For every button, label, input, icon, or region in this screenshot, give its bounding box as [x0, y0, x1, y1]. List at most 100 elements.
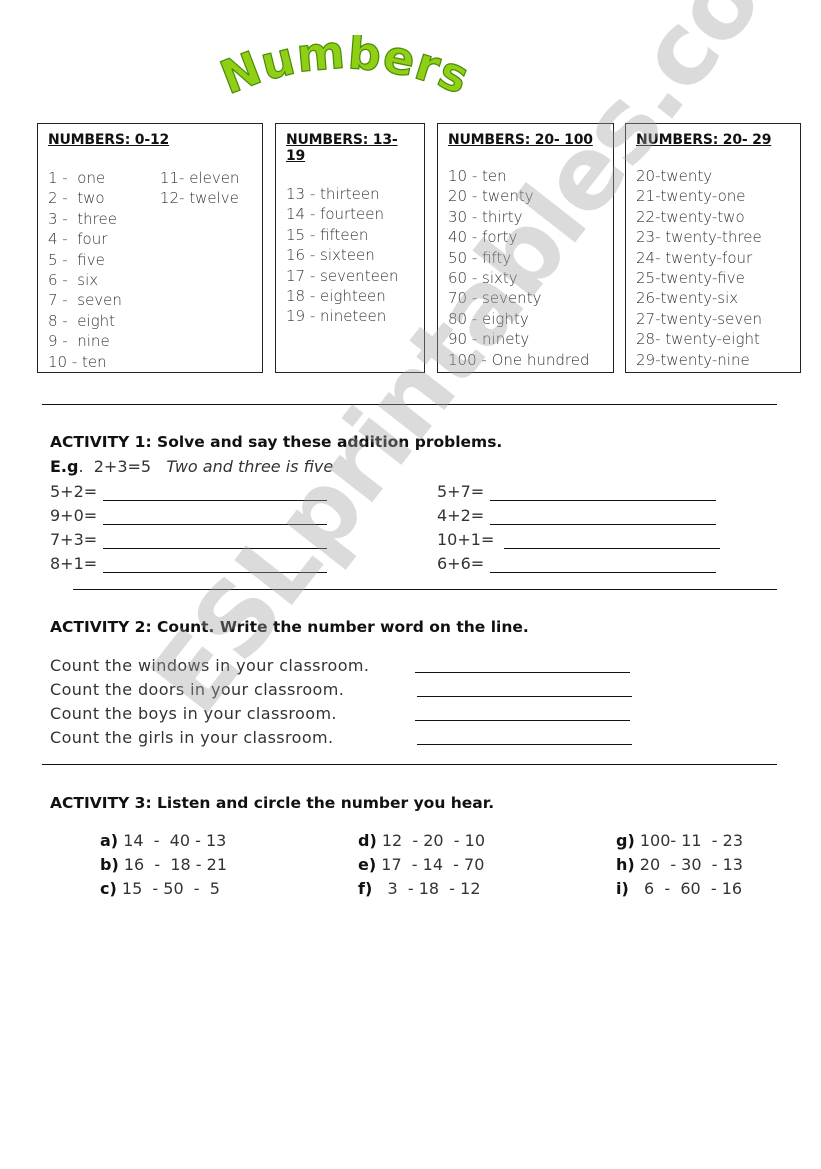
item-label: i)	[616, 879, 629, 898]
item-choices[interactable]: 3 - 18 - 12	[372, 879, 481, 898]
answer-line[interactable]	[490, 486, 717, 501]
number-item: 18 - eighteen	[286, 287, 386, 306]
number-item: 40 - forty	[448, 228, 518, 247]
problem-label: 7+3=	[50, 530, 98, 549]
number-item: 21-twenty-one	[636, 187, 746, 206]
problem-label: 4+2=	[437, 506, 485, 525]
listen-item: b) 16 - 18 - 21	[100, 855, 227, 874]
number-list: 20-twenty 21-twenty-one 22-twenty-two 23…	[636, 166, 790, 370]
number-item: 50 - fifty	[448, 248, 512, 267]
item-choices[interactable]: 100- 11 - 23	[635, 831, 743, 850]
answer-line[interactable]	[504, 534, 721, 549]
answer-line[interactable]	[490, 510, 717, 525]
numbers-box-0-12: NUMBERS: 0-12 1 - one 2 - two 3 - three …	[37, 123, 263, 373]
listen-item: i) 6 - 60 - 16	[616, 879, 742, 898]
number-item: 80 - eighty	[448, 309, 529, 328]
answer-line[interactable]	[103, 534, 328, 549]
number-item: 27-twenty-seven	[636, 309, 762, 328]
box-heading: NUMBERS: 13-19	[286, 132, 398, 164]
section-divider	[42, 404, 777, 405]
box-heading: NUMBERS: 20- 100	[448, 132, 593, 148]
item-choices[interactable]: 14 - 40 - 13	[118, 831, 226, 850]
listen-item: c) 15 - 50 - 5	[100, 879, 220, 898]
number-item: 15 - fifteen	[286, 225, 369, 244]
number-item: 8 - eight	[48, 311, 116, 330]
number-item: 3 - three	[48, 209, 117, 228]
item-choices[interactable]: 12 - 20 - 10	[377, 831, 485, 850]
number-item: 29-twenty-nine	[636, 350, 750, 369]
item-choices[interactable]: 20 - 30 - 13	[635, 855, 743, 874]
item-label: a)	[100, 831, 119, 850]
number-item: 26-twenty-six	[636, 289, 739, 308]
numbers-box-20-29: NUMBERS: 20- 29 20-twenty 21-twenty-one …	[625, 123, 801, 373]
number-item: 30 - thirty	[448, 207, 523, 226]
activity-2-title: ACTIVITY 2: Count. Write the number word…	[50, 618, 529, 636]
addition-problem: 8+1=	[50, 554, 328, 573]
number-item: 7 - seven	[48, 291, 122, 310]
number-item: 16 - sixteen	[286, 246, 375, 265]
answer-line[interactable]	[103, 558, 328, 573]
number-item: 20-twenty	[636, 167, 713, 185]
item-label: b)	[100, 855, 119, 874]
listen-item: e) 17 - 14 - 70	[358, 855, 484, 874]
answer-line[interactable]	[415, 720, 630, 721]
addition-problem: 6+6=	[437, 554, 717, 573]
title-text: Numbers	[212, 35, 477, 106]
number-item: 24- twenty-four	[636, 248, 753, 267]
number-list: 10 - ten 20 - twenty 30 - thirty 40 - fo…	[448, 166, 603, 370]
answer-line[interactable]	[417, 744, 632, 745]
count-item: Count the boys in your classroom.	[50, 704, 337, 723]
number-item: 17 - seventeen	[286, 266, 399, 285]
number-item: 20 - twenty	[448, 187, 534, 206]
number-item: 10 - ten	[48, 352, 107, 371]
number-item: 12- twelve	[159, 189, 239, 208]
number-item: 100 - One hundred	[448, 350, 590, 369]
addition-problem: 7+3=	[50, 530, 328, 549]
problem-label: 8+1=	[50, 554, 98, 573]
problem-label: 5+2=	[50, 482, 98, 501]
addition-problem: 4+2=	[437, 506, 717, 525]
addition-problem: 5+7=	[437, 482, 717, 501]
answer-line[interactable]	[103, 510, 328, 525]
answer-line[interactable]	[415, 672, 630, 673]
number-list: 13 - thirteen 14 - fourteen 15 - fifteen…	[286, 184, 414, 327]
addition-problem: 9+0=	[50, 506, 328, 525]
problem-label: 10+1=	[437, 530, 495, 549]
number-list: 1 - one 2 - two 3 - three 4 - four 5 - f…	[48, 168, 122, 372]
item-choices[interactable]: 17 - 14 - 70	[376, 855, 484, 874]
number-item: 19 - nineteen	[286, 307, 387, 326]
item-choices[interactable]: 6 - 60 - 16	[629, 879, 742, 898]
answer-line[interactable]	[103, 486, 328, 501]
answer-line[interactable]	[417, 696, 632, 697]
item-choices[interactable]: 16 - 18 - 21	[119, 855, 227, 874]
item-label: h)	[616, 855, 635, 874]
count-item: Count the doors in your classroom.	[50, 680, 345, 699]
answer-line[interactable]	[490, 558, 717, 573]
number-item: 14 - fourteen	[286, 205, 385, 224]
section-divider	[42, 764, 777, 765]
number-item: 90 - ninety	[448, 330, 530, 349]
worksheet-title: Numbers	[212, 35, 477, 106]
item-choices[interactable]: 15 - 50 - 5	[117, 879, 220, 898]
number-item: 4 - four	[48, 230, 108, 249]
box-heading: NUMBERS: 0-12	[48, 132, 170, 148]
item-label: e)	[358, 855, 377, 874]
number-item: 10 - ten	[448, 167, 507, 185]
listen-item: f) 3 - 18 - 12	[358, 879, 481, 898]
count-item: Count the windows in your classroom.	[50, 656, 370, 675]
number-item: 1 - one	[48, 169, 106, 187]
number-item: 6 - six	[48, 271, 99, 290]
number-item: 9 - nine	[48, 332, 110, 351]
listen-item: a) 14 - 40 - 13	[100, 831, 226, 850]
number-item: 2 - two	[48, 189, 105, 208]
numbers-box-20-100: NUMBERS: 20- 100 10 - ten 20 - twenty 30…	[437, 123, 614, 373]
section-divider	[73, 589, 777, 590]
number-item: 22-twenty-two	[636, 207, 745, 226]
box-heading: NUMBERS: 20- 29	[636, 132, 772, 148]
number-item: 28- twenty-eight	[636, 330, 760, 349]
item-label: c)	[100, 879, 117, 898]
item-label: d)	[358, 831, 377, 850]
item-label: g)	[616, 831, 635, 850]
addition-problem: 10+1=	[437, 530, 721, 549]
problem-label: 9+0=	[50, 506, 98, 525]
